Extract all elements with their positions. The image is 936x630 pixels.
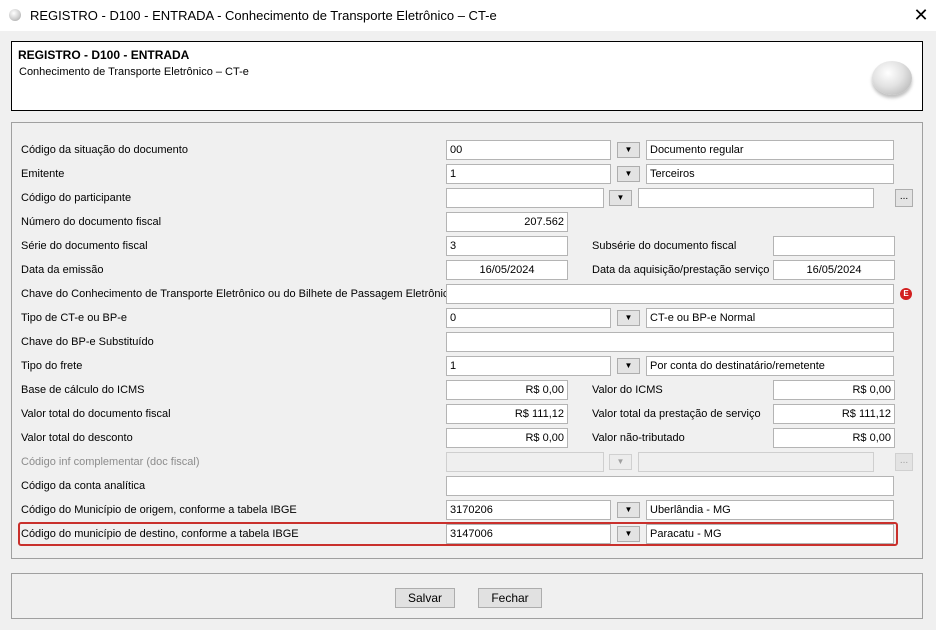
logo-icon	[872, 61, 912, 95]
conta-analitica-label: Código da conta analítica	[21, 480, 146, 492]
emitente-label: Emitente	[21, 168, 65, 180]
header-panel: REGISTRO - D100 - ENTRADA Conhecimento d…	[11, 41, 923, 111]
valor-total-prest-label: Valor total da prestação de serviço	[592, 408, 761, 420]
serie-label: Série do documento fiscal	[21, 240, 148, 252]
valor-total-prest-input[interactable]: R$ 111,12	[773, 404, 895, 424]
cod-situacao-description: Documento regular	[646, 140, 894, 160]
chave-cte-label: Chave do Conhecimento de Transporte Elet…	[21, 288, 455, 300]
data-aquisicao-input[interactable]: 16/05/2024	[773, 260, 895, 280]
window-titlebar: REGISTRO - D100 - ENTRADA - Conhecimento…	[0, 0, 936, 31]
mun-destino-dropdown[interactable]: ▼	[617, 526, 640, 542]
participante-input[interactable]	[446, 188, 604, 208]
data-aquisicao-label: Data da aquisição/prestação serviço	[592, 264, 770, 276]
data-emissao-input[interactable]: 16/05/2024	[446, 260, 568, 280]
emitente-description: Terceiros	[646, 164, 894, 184]
tipo-frete-description: Por conta do destinatário/remetente	[646, 356, 894, 376]
tipo-cte-dropdown[interactable]: ▼	[617, 310, 640, 326]
mun-origem-dropdown[interactable]: ▼	[617, 502, 640, 518]
app-icon	[9, 9, 21, 21]
subserie-label: Subsérie do documento fiscal	[592, 240, 737, 252]
tipo-cte-label: Tipo de CT-e ou BP-e	[21, 312, 127, 324]
cod-situacao-label: Código da situação do documento	[21, 144, 188, 156]
cod-inf-compl-description	[638, 452, 874, 472]
tipo-frete-input[interactable]: 1	[446, 356, 611, 376]
register-subtitle: Conhecimento de Transporte Eletrônico – …	[19, 66, 249, 78]
valor-nao-trib-input[interactable]: R$ 0,00	[773, 428, 895, 448]
close-icon[interactable]: ✕	[911, 4, 931, 26]
tipo-cte-description: CT-e ou BP-e Normal	[646, 308, 894, 328]
base-icms-label: Base de cálculo do ICMS	[21, 384, 145, 396]
valor-icms-input[interactable]: R$ 0,00	[773, 380, 895, 400]
data-emissao-label: Data da emissão	[21, 264, 104, 276]
participante-label: Código do participante	[21, 192, 132, 204]
mun-destino-description: Paracatu - MG	[646, 524, 894, 544]
valor-desconto-label: Valor total do desconto	[21, 432, 133, 444]
serie-input[interactable]: 3	[446, 236, 568, 256]
participante-lookup-button[interactable]: ...	[895, 189, 913, 207]
tipo-frete-label: Tipo do frete	[21, 360, 83, 372]
tipo-cte-input[interactable]: 0	[446, 308, 611, 328]
mun-destino-label: Código do município de destino, conforme…	[21, 528, 299, 540]
chave-cte-input[interactable]	[446, 284, 894, 304]
participante-dropdown[interactable]: ▼	[609, 190, 632, 206]
participante-description	[638, 188, 874, 208]
register-title: REGISTRO - D100 - ENTRADA	[18, 48, 190, 62]
form-panel: Código da situação do documento 00 ▼ Doc…	[11, 122, 923, 559]
cod-situacao-dropdown[interactable]: ▼	[617, 142, 640, 158]
cod-inf-compl-label: Código inf complementar (doc fiscal)	[21, 456, 200, 468]
warning-icon: E	[900, 288, 912, 300]
cod-situacao-input[interactable]: 00	[446, 140, 611, 160]
mun-destino-input[interactable]: 3147006	[446, 524, 611, 544]
cod-inf-compl-input	[446, 452, 604, 472]
valor-icms-label: Valor do ICMS	[592, 384, 663, 396]
mun-origem-label: Código do Município de origem, conforme …	[21, 504, 297, 516]
subserie-input[interactable]	[773, 236, 895, 256]
valor-total-doc-input[interactable]: R$ 111,12	[446, 404, 568, 424]
emitente-input[interactable]: 1	[446, 164, 611, 184]
tipo-frete-dropdown[interactable]: ▼	[617, 358, 640, 374]
mun-origem-input[interactable]: 3170206	[446, 500, 611, 520]
close-button[interactable]: Fechar	[478, 588, 542, 608]
emitente-dropdown[interactable]: ▼	[617, 166, 640, 182]
save-button[interactable]: Salvar	[395, 588, 455, 608]
conta-analitica-input[interactable]	[446, 476, 894, 496]
chave-bpe-input[interactable]	[446, 332, 894, 352]
valor-desconto-input[interactable]: R$ 0,00	[446, 428, 568, 448]
num-doc-input[interactable]: 207.562	[446, 212, 568, 232]
chave-bpe-label: Chave do BP-e Substituído	[21, 336, 154, 348]
mun-origem-description: Uberlândia - MG	[646, 500, 894, 520]
valor-nao-trib-label: Valor não-tributado	[592, 432, 685, 444]
num-doc-label: Número do documento fiscal	[21, 216, 162, 228]
window-title: REGISTRO - D100 - ENTRADA - Conhecimento…	[30, 8, 497, 23]
footer-panel: Salvar Fechar	[11, 573, 923, 619]
cod-inf-compl-dropdown: ▼	[609, 454, 632, 470]
base-icms-input[interactable]: R$ 0,00	[446, 380, 568, 400]
valor-total-doc-label: Valor total do documento fiscal	[21, 408, 171, 420]
cod-inf-compl-lookup-button: ...	[895, 453, 913, 471]
